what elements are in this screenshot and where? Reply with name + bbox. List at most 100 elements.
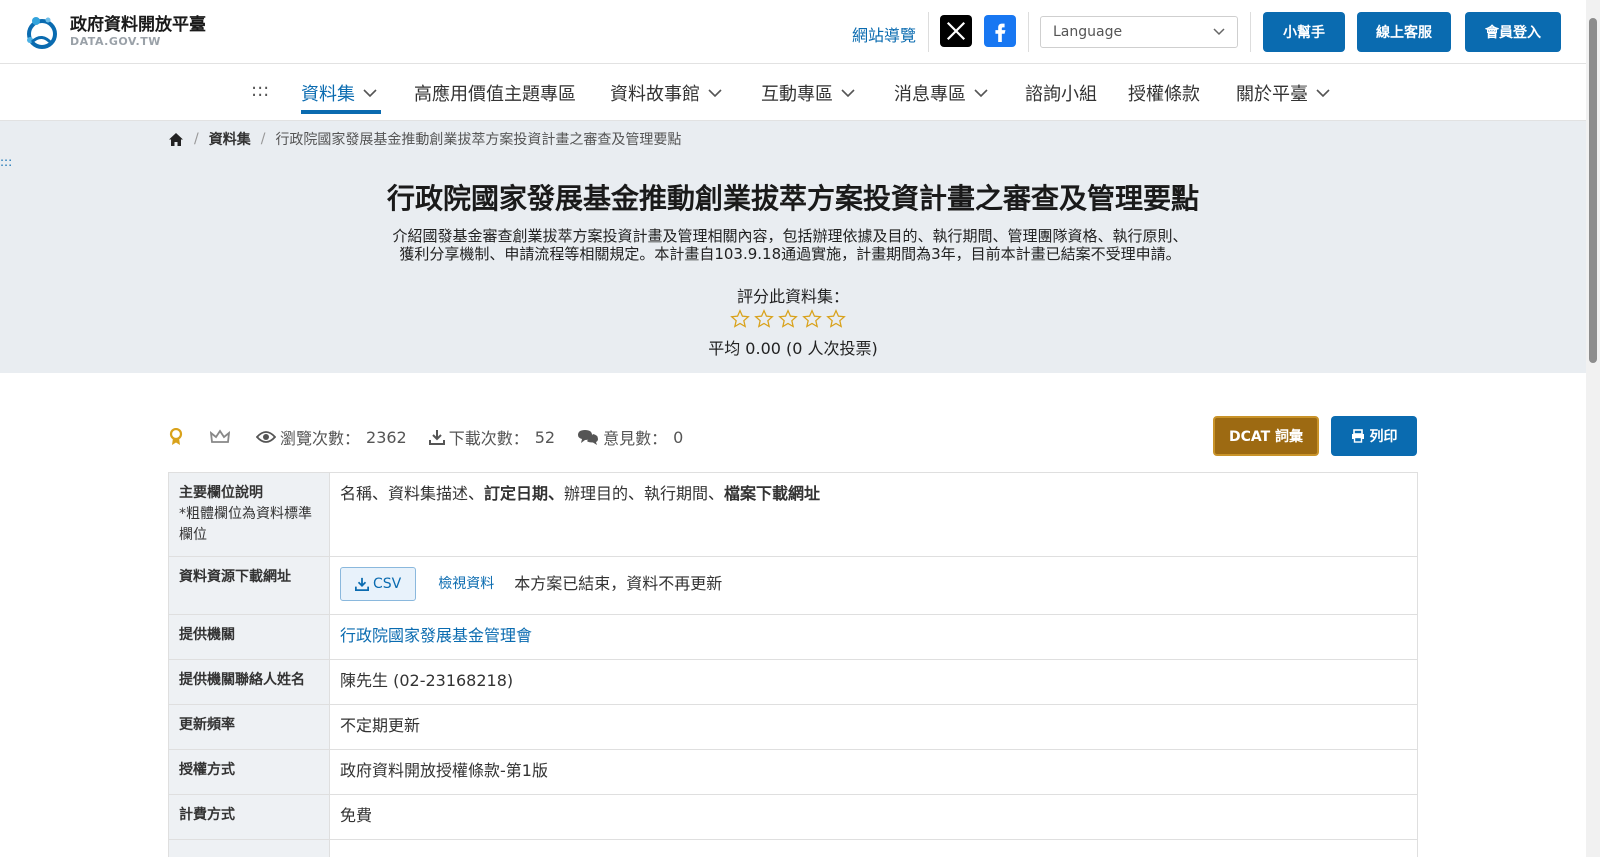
nav-accesskey[interactable]: ::: — [251, 80, 269, 101]
top-header: 政府資料開放平臺 DATA.GOV.TW 網站導覽 Language 小幫手 線… — [0, 0, 1600, 64]
breadcrumb: / 資料集 / 行政院國家發展基金推動創業拔萃方案投資計畫之審查及管理要點 — [168, 129, 681, 149]
contact-value: 陳先生 (02-23168218) — [329, 659, 1418, 705]
printer-icon — [1351, 429, 1364, 443]
nav-item-about[interactable]: 關於平臺 — [1236, 80, 1330, 106]
table-row: 資料資源下載網址 CSV 檢視資料 本方案已結束，資料不再更新 — [168, 556, 1418, 615]
table-row: 授權方式 政府資料開放授權條款-第1版 — [168, 749, 1418, 795]
home-icon[interactable] — [168, 132, 184, 147]
nav-item-label: 互動專區 — [761, 84, 833, 105]
nav-item-news[interactable]: 消息專區 — [894, 80, 988, 106]
rating-stars[interactable] — [730, 309, 846, 329]
nav-item-stories[interactable]: 資料故事館 — [610, 80, 722, 106]
view-data-link[interactable]: 檢視資料 — [438, 573, 494, 595]
breadcrumb-separator: / — [260, 131, 266, 147]
nav-item-label: 資料集 — [301, 84, 355, 105]
logo-title: 政府資料開放平臺 — [70, 15, 206, 35]
download-icon — [428, 430, 445, 445]
nav-item-label: 高應用價值主題專區 — [414, 84, 576, 105]
nav-item-label: 諮詢小組 — [1025, 84, 1097, 105]
chevron-down-icon — [1316, 88, 1330, 97]
site-logo[interactable]: 政府資料開放平臺 DATA.GOV.TW — [22, 12, 206, 52]
fields-label: 主要欄位說明 — [179, 485, 263, 501]
description-line: 介紹國發基金審查創業拔萃方案投資計畫及管理相關內容，包括辦理依據及目的、執行期間… — [392, 227, 1188, 245]
breadcrumb-datasets[interactable]: 資料集 — [209, 129, 251, 149]
table-row: 更新頻率 不定期更新 — [168, 704, 1418, 750]
table-row — [168, 839, 1418, 857]
dataset-metadata-table: 主要欄位說明 *粗體欄位為資料標準欄位 名稱、資料集描述、訂定日期、辦理目的、執… — [168, 472, 1418, 857]
nav-item-license[interactable]: 授權條款 — [1128, 80, 1200, 106]
chevron-down-icon — [841, 88, 855, 97]
member-login-button[interactable]: 會員登入 — [1465, 12, 1561, 52]
site-map-link[interactable]: 網站導覽 — [852, 22, 916, 46]
badge-crown — [210, 429, 234, 445]
language-select[interactable]: Language — [1040, 16, 1238, 48]
nav-item-label: 資料故事館 — [610, 84, 700, 105]
frequency-label: 更新頻率 — [168, 704, 330, 750]
nav-item-advisory[interactable]: 諮詢小組 — [1025, 80, 1097, 106]
field-part-bold: 檔案下載網址 — [724, 484, 821, 503]
rating-average: 平均 0.00 (0 人次投票) — [708, 339, 878, 358]
star-icon[interactable] — [826, 309, 846, 329]
frequency-value: 不定期更新 — [329, 704, 1418, 750]
main-nav: ::: 資料集 高應用價值主題專區 資料故事館 互動專區 消息專區 諮詢小組 授… — [0, 64, 1600, 121]
contact-label: 提供機關聯絡人姓名 — [168, 659, 330, 705]
table-row-value — [329, 839, 1418, 857]
downloads-stat: 下載次數： 52 — [428, 425, 556, 449]
scrollbar-thumb[interactable] — [1589, 18, 1597, 363]
csv-download-button[interactable]: CSV — [340, 567, 417, 601]
online-service-button[interactable]: 線上客服 — [1357, 12, 1451, 52]
page-scrollbar[interactable] — [1586, 0, 1600, 857]
chevron-down-icon — [974, 88, 988, 97]
table-row: 提供機關聯絡人姓名 陳先生 (02-23168218) — [168, 659, 1418, 705]
table-row-label — [168, 839, 330, 857]
provider-label: 提供機關 — [168, 614, 330, 660]
facebook-icon[interactable] — [984, 15, 1016, 47]
dataset-hero: / 資料集 / 行政院國家發展基金推動創業拔萃方案投資計畫之審查及管理要點 ::… — [0, 121, 1586, 373]
license-value: 政府資料開放授權條款-第1版 — [329, 749, 1418, 795]
table-row: 計費方式 免費 — [168, 794, 1418, 840]
provider-link[interactable]: 行政院國家發展基金管理會 — [340, 626, 532, 645]
dcat-vocabulary-button[interactable]: DCAT 詞彙 — [1213, 416, 1319, 456]
helper-button[interactable]: 小幫手 — [1263, 12, 1345, 52]
downloads-count: 52 — [534, 427, 556, 447]
divider — [928, 12, 929, 52]
logo-subtitle: DATA.GOV.TW — [70, 35, 161, 48]
medal-icon — [169, 428, 183, 445]
language-select-value: Language — [1053, 24, 1123, 40]
nav-item-high-value[interactable]: 高應用價值主題專區 — [414, 80, 576, 106]
breadcrumb-separator: / — [194, 131, 199, 147]
chevron-down-icon — [363, 88, 377, 97]
csv-label: CSV — [373, 576, 402, 592]
license-label: 授權方式 — [168, 749, 330, 795]
crown-icon — [210, 429, 230, 443]
star-icon[interactable] — [730, 309, 750, 329]
comments-label: 意見數： — [603, 429, 668, 448]
star-icon[interactable] — [778, 309, 798, 329]
chevron-down-icon — [1213, 28, 1225, 36]
views-stat: 瀏覽次數： 2362 — [256, 425, 407, 449]
nav-item-label: 消息專區 — [894, 84, 966, 105]
field-part: 名稱、資料集描述、 — [340, 484, 485, 503]
resource-note: 本方案已結束，資料不再更新 — [514, 574, 723, 593]
print-button[interactable]: 列印 — [1331, 416, 1417, 456]
fields-value: 名稱、資料集描述、訂定日期、辦理目的、執行期間、檔案下載網址 — [329, 472, 1418, 557]
badge-medal — [168, 428, 188, 446]
nav-item-interactive[interactable]: 互動專區 — [761, 80, 855, 106]
divider — [1028, 12, 1029, 52]
nav-item-datasets[interactable]: 資料集 — [301, 80, 377, 106]
views-label: 瀏覽次數： — [280, 429, 361, 448]
table-row: 提供機關 行政院國家發展基金管理會 — [168, 614, 1418, 660]
star-icon[interactable] — [754, 309, 774, 329]
chevron-down-icon — [708, 88, 722, 97]
comments-count: 0 — [673, 427, 684, 447]
nav-item-label: 授權條款 — [1128, 84, 1200, 105]
comments-icon — [578, 430, 599, 445]
views-count: 2362 — [366, 427, 407, 447]
resource-label: 資料資源下載網址 — [168, 556, 330, 615]
side-accesskey[interactable]: ::: — [0, 155, 12, 169]
x-twitter-icon[interactable] — [940, 15, 972, 47]
fields-note: *粗體欄位為資料標準欄位 — [179, 506, 312, 543]
star-icon[interactable] — [802, 309, 822, 329]
nav-active-indicator — [301, 110, 381, 114]
breadcrumb-current: 行政院國家發展基金推動創業拔萃方案投資計畫之審查及管理要點 — [275, 132, 682, 148]
